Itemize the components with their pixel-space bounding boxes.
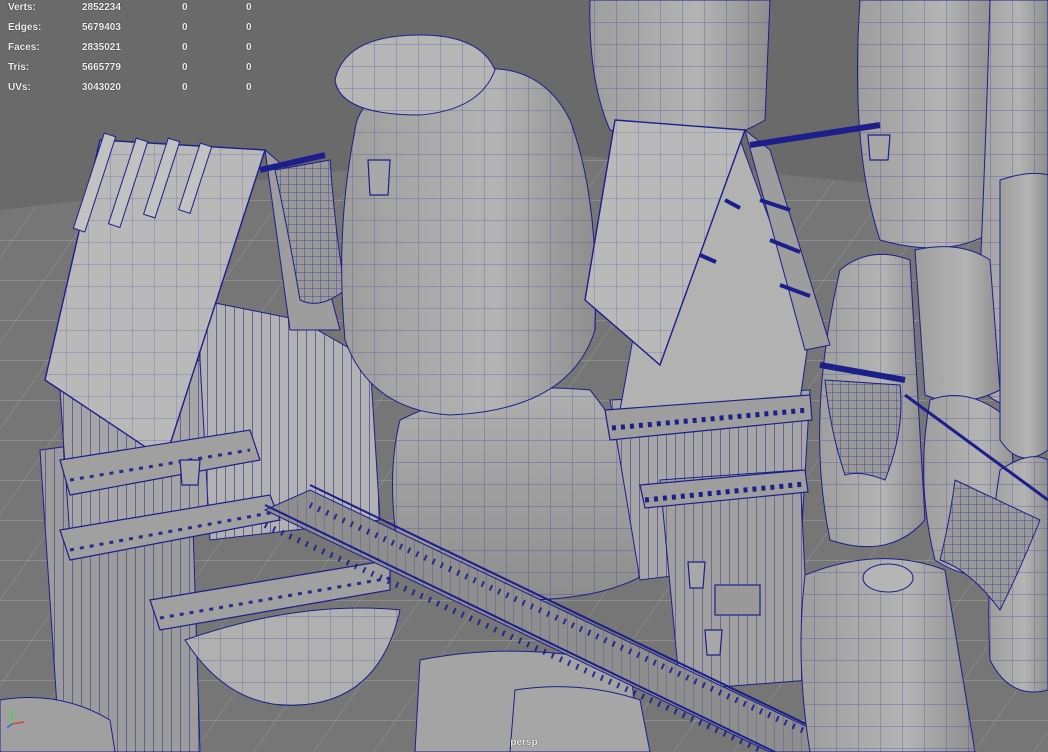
hud-uv: 0 [246,82,252,93]
hud-total: 2835021 [82,42,121,53]
hud-label: Verts: [8,2,36,13]
hud-selected: 0 [182,2,188,13]
hud-selected: 0 [182,82,188,93]
hud-row-tris: Tris: 5665779 0 0 [0,60,270,76]
hud-total: 5665779 [82,62,121,73]
hud-selected: 0 [182,62,188,73]
view-axis-icon [6,710,25,729]
hud-uv: 0 [246,22,252,33]
hud-selected: 0 [182,42,188,53]
hud-selected: 0 [182,22,188,33]
hud-uv: 0 [246,42,252,53]
hud-uv: 0 [246,62,252,73]
scene-3d-wireframe[interactable] [0,0,1048,752]
viewport-persp[interactable]: Verts: 2852234 0 0 Edges: 5679403 0 0 Fa… [0,0,1048,752]
hud-label: Edges: [8,22,42,33]
hud-total: 5679403 [82,22,121,33]
hud-row-faces: Faces: 2835021 0 0 [0,40,270,56]
hud-label: Faces: [8,42,40,53]
hud-total: 2852234 [82,2,121,13]
hud-row-verts: Verts: 2852234 0 0 [0,0,270,16]
poly-count-hud: Verts: 2852234 0 0 Edges: 5679403 0 0 Fa… [0,0,270,100]
hud-total: 3043020 [82,82,121,93]
hud-row-uvs: UVs: 3043020 0 0 [0,80,270,96]
camera-label: persp [510,737,538,748]
hud-row-edges: Edges: 5679403 0 0 [0,20,270,36]
hud-uv: 0 [246,2,252,13]
hud-label: UVs: [8,82,31,93]
hud-label: Tris: [8,62,30,73]
